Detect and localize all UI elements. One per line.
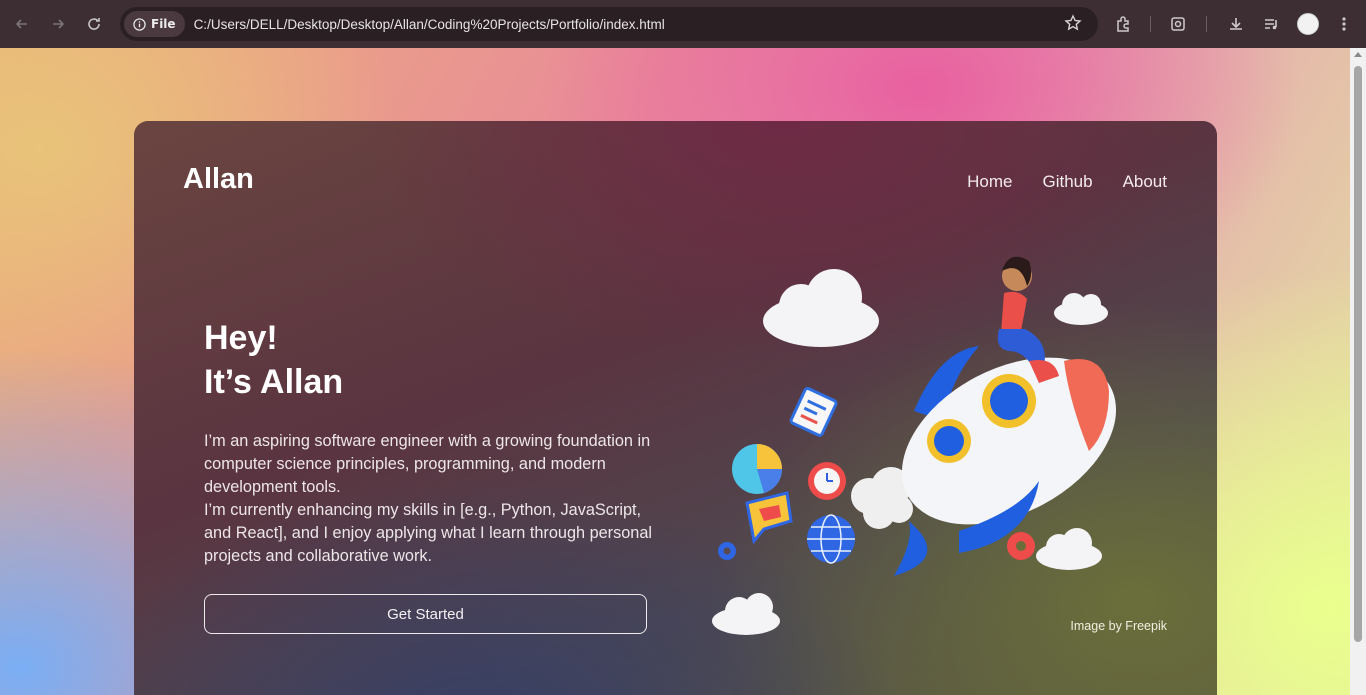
clock-icon [808, 462, 846, 500]
screenshot-button[interactable] [1161, 7, 1195, 41]
nav-github[interactable]: Github [1042, 172, 1092, 192]
page-scrollbar[interactable] [1350, 48, 1366, 695]
pie-chart-icon [732, 444, 782, 494]
url-text[interactable]: C:/Users/DELL/Desktop/Desktop/Allan/Codi… [194, 17, 665, 32]
nav-home[interactable]: Home [967, 172, 1012, 192]
toolbar-separator [1206, 16, 1207, 32]
downloads-button[interactable] [1219, 7, 1253, 41]
hero-card: Allan Home Github About Hey! It’s Allan … [134, 121, 1217, 695]
cloud-icon [712, 593, 780, 635]
browser-toolbar: File C:/Users/DELL/Desktop/Desktop/Allan… [0, 0, 1366, 48]
forward-button[interactable] [40, 6, 76, 42]
site-info-chip[interactable]: File [124, 11, 185, 37]
scroll-up-arrow-icon[interactable] [1354, 52, 1362, 57]
hero-description-p2: I’m currently enhancing my skills in [e.… [204, 501, 653, 565]
document-icon [789, 386, 838, 437]
extensions-button[interactable] [1107, 7, 1141, 41]
star-icon [1064, 14, 1082, 31]
menu-icon [1342, 17, 1346, 31]
back-button[interactable] [4, 6, 40, 42]
gear-icon [1007, 532, 1035, 560]
chat-bubble-icon [745, 491, 793, 545]
toolbar-separator [1150, 16, 1151, 32]
bookmark-button[interactable] [1064, 14, 1082, 36]
scrollbar-thumb[interactable] [1354, 66, 1362, 642]
hero-title-line2: It’s Allan [204, 363, 344, 401]
cloud-icon [763, 269, 879, 347]
download-icon [1230, 18, 1242, 30]
media-controls-button[interactable] [1254, 7, 1288, 41]
gear-icon [718, 542, 736, 560]
site-info-label: File [151, 17, 176, 31]
reload-icon [88, 18, 100, 30]
hero-description: I’m an aspiring software engineer with a… [204, 430, 664, 568]
globe-icon [807, 514, 855, 564]
hero-title: Hey! It’s Allan [204, 316, 343, 404]
site-logo[interactable]: Allan [183, 163, 254, 196]
forward-icon [53, 19, 65, 29]
page-background: Allan Home Github About Hey! It’s Allan … [0, 48, 1350, 695]
hero-description-p1: I’m an aspiring software engineer with a… [204, 432, 651, 496]
profile-avatar[interactable] [1297, 13, 1319, 35]
cloud-icon [1036, 528, 1102, 570]
main-nav: Home Github About [967, 172, 1167, 192]
hero-title-line1: Hey! [204, 319, 278, 357]
media-controls-icon [1265, 19, 1277, 30]
rocket-icon [894, 346, 1117, 576]
nav-about[interactable]: About [1123, 172, 1167, 192]
get-started-button[interactable]: Get Started [204, 594, 647, 634]
menu-button[interactable] [1327, 7, 1361, 41]
image-credit[interactable]: Image by Freepik [1070, 619, 1167, 633]
info-icon [133, 17, 146, 31]
reload-button[interactable] [76, 6, 112, 42]
rocket-illustration [712, 256, 1117, 635]
screenshot-icon [1171, 17, 1185, 31]
back-icon [15, 19, 27, 29]
cloud-icon [1054, 293, 1108, 325]
address-bar[interactable]: File C:/Users/DELL/Desktop/Desktop/Allan… [120, 7, 1098, 41]
extensions-icon [1117, 16, 1129, 32]
